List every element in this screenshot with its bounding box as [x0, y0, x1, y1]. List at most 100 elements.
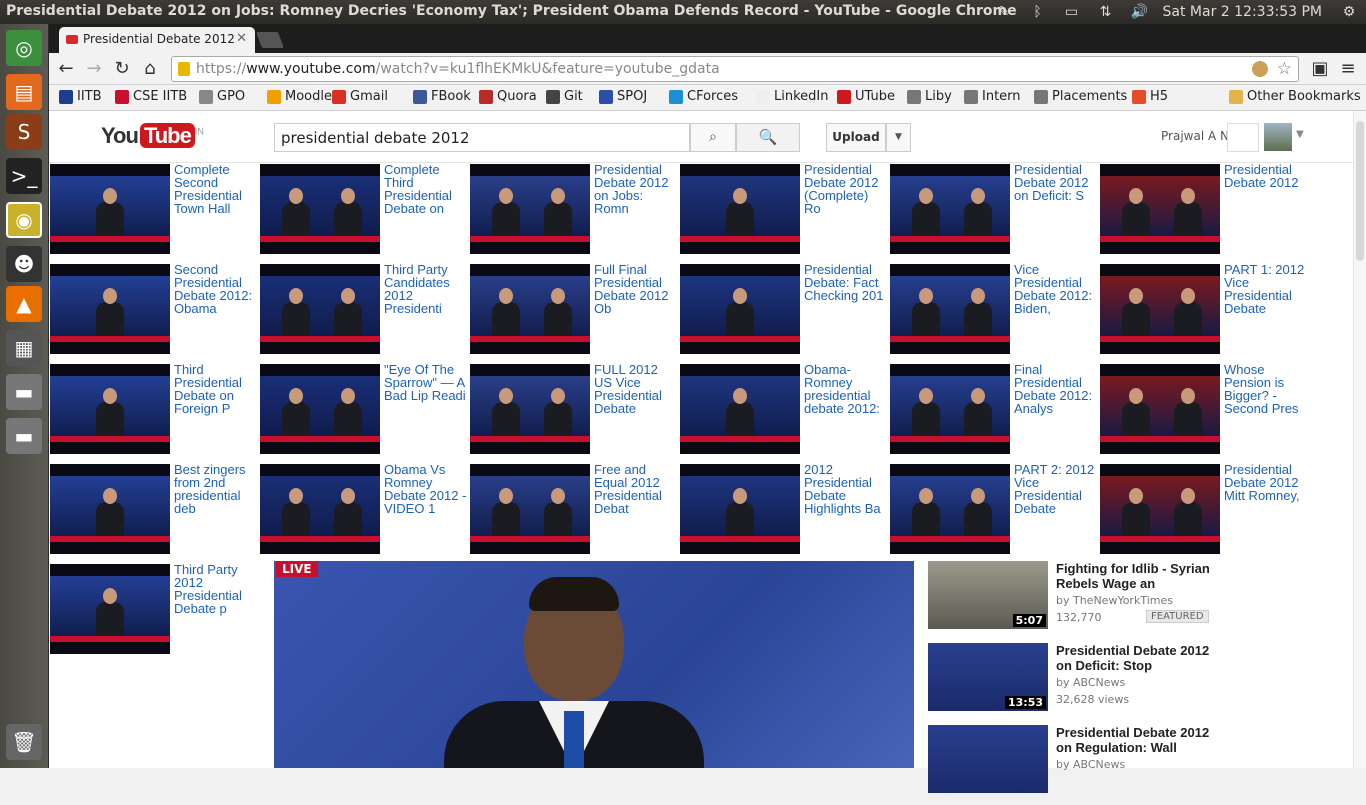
new-tab-button[interactable] [256, 32, 284, 48]
related-video[interactable]: Presidential Debate 2012 on Regulation: … [928, 725, 1248, 805]
video-thumbnail[interactable] [50, 464, 170, 554]
related-thumbnail[interactable] [928, 725, 1048, 793]
extension-icon[interactable] [1252, 61, 1268, 77]
video-result[interactable]: "Eye Of The Sparrow" — A Bad Lip Readi [259, 363, 469, 455]
bookmark-placements[interactable]: Placements [1034, 89, 1127, 104]
vlc-icon[interactable]: ▲ [6, 286, 42, 322]
trash-icon[interactable]: 🗑 [6, 724, 42, 760]
video-result[interactable]: Third Party 2012 Presidential Debate p [49, 563, 259, 655]
video-thumbnail[interactable] [260, 164, 380, 254]
video-player[interactable]: LIVE [274, 561, 914, 768]
video-thumbnail[interactable] [1100, 364, 1220, 454]
video-result[interactable]: Obama Vs Romney Debate 2012 - VIDEO 1 [259, 463, 469, 555]
video-title-link[interactable]: Free and Equal 2012 Presidential Debat [594, 463, 678, 517]
video-title-link[interactable]: Vice Presidential Debate 2012: Biden, [1014, 263, 1098, 317]
video-thumbnail[interactable] [890, 364, 1010, 454]
video-thumbnail[interactable] [680, 364, 800, 454]
notes-icon[interactable]: ✎ [987, 0, 1021, 24]
video-thumbnail[interactable] [260, 364, 380, 454]
video-result[interactable]: Presidential Debate 2012 [1099, 163, 1309, 255]
files-icon[interactable]: ▤ [6, 74, 42, 110]
video-result[interactable]: PART 1: 2012 Vice Presidential Debate [1099, 263, 1309, 355]
terminal-icon[interactable]: >_ [6, 158, 42, 194]
video-title-link[interactable]: PART 1: 2012 Vice Presidential Debate [1224, 263, 1308, 317]
video-title-link[interactable]: Presidential Debate 2012 Mitt Romney, [1224, 463, 1308, 517]
youtube-logo[interactable]: You Tube IN [101, 123, 204, 149]
video-title-link[interactable]: Full Final Presidential Debate 2012 Ob [594, 263, 678, 317]
forward-icon[interactable]: → [83, 58, 105, 80]
video-result[interactable]: Best zingers from 2nd presidential deb [49, 463, 259, 555]
user-name[interactable]: Prajwal A N [1161, 129, 1229, 143]
user-session-icon[interactable]: ⚙ [1332, 0, 1366, 24]
video-result[interactable]: Presidential Debate 2012 on Jobs: Romn [469, 163, 679, 255]
video-result[interactable]: Free and Equal 2012 Presidential Debat [469, 463, 679, 555]
bookmark-quora[interactable]: Quora [479, 89, 537, 104]
video-result[interactable]: Presidential Debate 2012 on Deficit: S [889, 163, 1099, 255]
related-thumbnail[interactable]: 5:07 [928, 561, 1048, 629]
bookmark-gpo[interactable]: GPO [199, 89, 245, 104]
video-thumbnail[interactable] [50, 164, 170, 254]
tab-active[interactable]: Presidential Debate 2012 ✕ [59, 27, 255, 53]
bookmark-git[interactable]: Git [546, 89, 583, 104]
clock[interactable]: Sat Mar 2 12:33:53 PM [1157, 4, 1332, 20]
dash-home-icon[interactable]: ◎ [6, 30, 42, 66]
video-thumbnail[interactable] [50, 364, 170, 454]
video-result[interactable]: 2012 Presidential Debate Highlights Ba [679, 463, 889, 555]
related-title[interactable]: Fighting for Idlib - Syrian Rebels Wage … [1056, 561, 1226, 591]
home-icon[interactable]: ⌂ [139, 58, 161, 80]
video-thumbnail[interactable] [470, 464, 590, 554]
search-suggest-icon[interactable]: ⌕ [690, 123, 736, 152]
bookmark-cforces[interactable]: CForces [669, 89, 738, 104]
workspace-switcher-icon[interactable]: ▦ [6, 330, 42, 366]
video-thumbnail[interactable] [470, 264, 590, 354]
chrome-icon[interactable]: ◉ [6, 202, 42, 238]
back-icon[interactable]: ← [55, 58, 77, 80]
related-video[interactable]: 13:53 Presidential Debate 2012 on Deficit… [928, 643, 1248, 723]
video-title-link[interactable]: Obama Vs Romney Debate 2012 - VIDEO 1 [384, 463, 468, 517]
video-thumbnail[interactable] [470, 364, 590, 454]
video-title-link[interactable]: "Eye Of The Sparrow" — A Bad Lip Readi [384, 363, 468, 417]
scrollbar-thumb[interactable] [1356, 121, 1364, 261]
related-channel[interactable]: by TheNewYorkTimes [1056, 594, 1173, 607]
video-result[interactable]: Complete Third Presidential Debate on [259, 163, 469, 255]
video-result[interactable]: Vice Presidential Debate 2012: Biden, [889, 263, 1099, 355]
video-title-link[interactable]: Third Party 2012 Presidential Debate p [174, 563, 258, 617]
page-scrollbar[interactable] [1353, 111, 1366, 768]
video-result[interactable]: Obama-Romney presidential debate 2012: [679, 363, 889, 455]
bookmark-intern[interactable]: Intern [964, 89, 1021, 104]
bookmark-h5[interactable]: H5 [1132, 89, 1168, 104]
related-channel[interactable]: by ABCNews [1056, 676, 1125, 689]
video-result[interactable]: Complete Second Presidential Town Hall [49, 163, 259, 255]
battery-icon[interactable]: ▭ [1055, 0, 1089, 24]
extension-notes-icon[interactable]: ▣ [1309, 58, 1331, 80]
video-title-link[interactable]: Complete Second Presidential Town Hall [174, 163, 258, 217]
related-title[interactable]: Presidential Debate 2012 on Deficit: Sto… [1056, 643, 1226, 673]
avatar[interactable] [1264, 123, 1292, 151]
video-title-link[interactable]: Obama-Romney presidential debate 2012: [804, 363, 888, 417]
video-thumbnail[interactable] [1100, 264, 1220, 354]
upload-dropdown-icon[interactable]: ▼ [886, 123, 911, 152]
video-title-link[interactable]: Second Presidential Debate 2012: Obama [174, 263, 258, 317]
video-title-link[interactable]: Presidential Debate: Fact Checking 201 [804, 263, 888, 317]
video-result[interactable]: Full Final Presidential Debate 2012 Ob [469, 263, 679, 355]
video-title-link[interactable]: PART 2: 2012 Vice Presidential Debate [1014, 463, 1098, 517]
video-title-link[interactable]: Complete Third Presidential Debate on [384, 163, 468, 217]
related-video[interactable]: 5:07 Fighting for Idlib - Syrian Rebels W… [928, 561, 1248, 641]
video-title-link[interactable]: Third Presidential Debate on Foreign P [174, 363, 258, 417]
video-thumbnail[interactable] [890, 464, 1010, 554]
reload-icon[interactable]: ↻ [111, 58, 133, 80]
video-thumbnail[interactable] [50, 264, 170, 354]
video-title-link[interactable]: Presidential Debate 2012 [1224, 163, 1308, 217]
menu-icon[interactable]: ≡ [1337, 58, 1359, 80]
bookmark-star-icon[interactable]: ☆ [1277, 59, 1292, 79]
bluetooth-icon[interactable]: ᛒ [1021, 0, 1055, 24]
volume-icon[interactable]: 🔊 [1123, 0, 1157, 24]
video-thumbnail[interactable] [260, 264, 380, 354]
video-thumbnail[interactable] [680, 264, 800, 354]
bookmark-fbook[interactable]: FBook [413, 89, 471, 104]
video-title-link[interactable]: Final Presidential Debate 2012: Analys [1014, 363, 1098, 417]
video-result[interactable]: Presidential Debate: Fact Checking 201 [679, 263, 889, 355]
bookmark-utube[interactable]: UTube [837, 89, 895, 104]
video-title-link[interactable]: Third Party Candidates 2012 Presidenti [384, 263, 468, 317]
bookmark-liby[interactable]: Liby [907, 89, 952, 104]
